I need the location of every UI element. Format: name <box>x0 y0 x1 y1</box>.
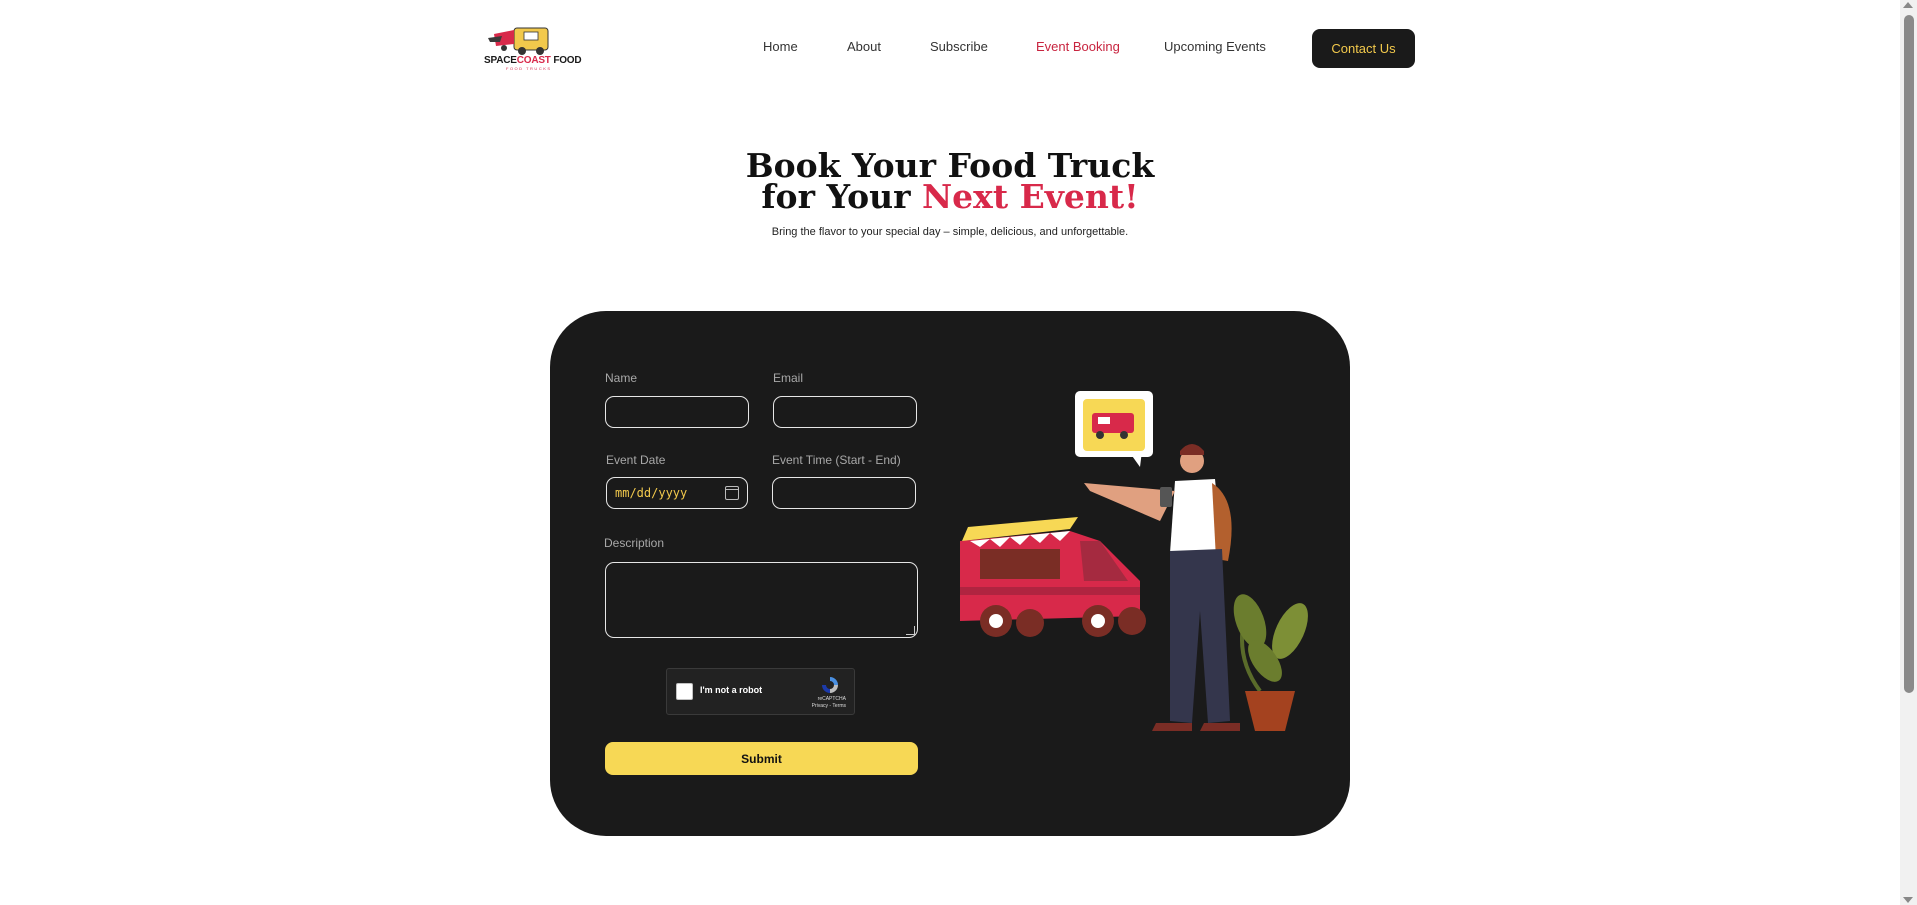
recaptcha-widget: I'm not a robot reCAPTCHA Privacy - Term… <box>666 668 855 715</box>
name-input[interactable] <box>605 396 749 428</box>
food-truck-graphic <box>960 517 1146 637</box>
recaptcha-links[interactable]: Privacy - Terms <box>812 703 846 710</box>
scroll-thumb[interactable] <box>1904 15 1914 693</box>
scroll-down-icon[interactable] <box>1903 897 1913 903</box>
event-date-input[interactable]: mm/dd/yyyy <box>606 477 748 509</box>
recaptcha-checkbox[interactable] <box>676 683 693 700</box>
event-time-input[interactable] <box>772 477 916 509</box>
nav-home[interactable]: Home <box>763 39 798 54</box>
main-nav: Home About Subscribe Event Booking Upcom… <box>0 39 1917 59</box>
email-input[interactable] <box>773 396 917 428</box>
recaptcha-icon <box>822 677 838 693</box>
event-date-label: Event Date <box>606 453 666 467</box>
description-label: Description <box>604 536 665 550</box>
description-textarea[interactable] <box>605 562 918 638</box>
event-date-placeholder: mm/dd/yyyy <box>615 486 688 500</box>
speech-bubble <box>1075 391 1153 467</box>
event-time-label: Event Time (Start - End) <box>772 453 901 467</box>
nav-about[interactable]: About <box>847 39 881 54</box>
resize-handle-icon[interactable] <box>906 626 915 635</box>
nav-subscribe[interactable]: Subscribe <box>930 39 988 54</box>
booking-form-card: Name Email Event Date mm/dd/yyyy Event T… <box>550 311 1350 836</box>
plant-graphic <box>1233 594 1308 731</box>
nav-upcoming-events[interactable]: Upcoming Events <box>1164 39 1266 54</box>
name-label: Name <box>605 371 638 385</box>
food-truck-illustration <box>960 391 1308 731</box>
page-scrollbar[interactable] <box>1900 0 1917 905</box>
nav-event-booking[interactable]: Event Booking <box>1036 39 1120 54</box>
title-line-2: for Your Next Event! <box>761 177 1139 216</box>
logo-subtitle: FOOD TRUCKS <box>506 66 552 71</box>
recaptcha-brand: reCAPTCHA Privacy - Terms <box>811 696 846 710</box>
email-label: Email <box>773 371 804 385</box>
scroll-up-icon[interactable] <box>1903 2 1913 8</box>
page-subtitle: Bring the flavor to your special day – s… <box>771 226 1129 238</box>
calendar-icon[interactable] <box>725 486 739 500</box>
page-title: Book Your Food Truck for Your Next Event… <box>0 149 1900 216</box>
recaptcha-label: I'm not a robot <box>700 685 763 695</box>
contact-us-button[interactable]: Contact Us <box>1312 29 1415 68</box>
submit-button[interactable]: Submit <box>605 742 918 775</box>
